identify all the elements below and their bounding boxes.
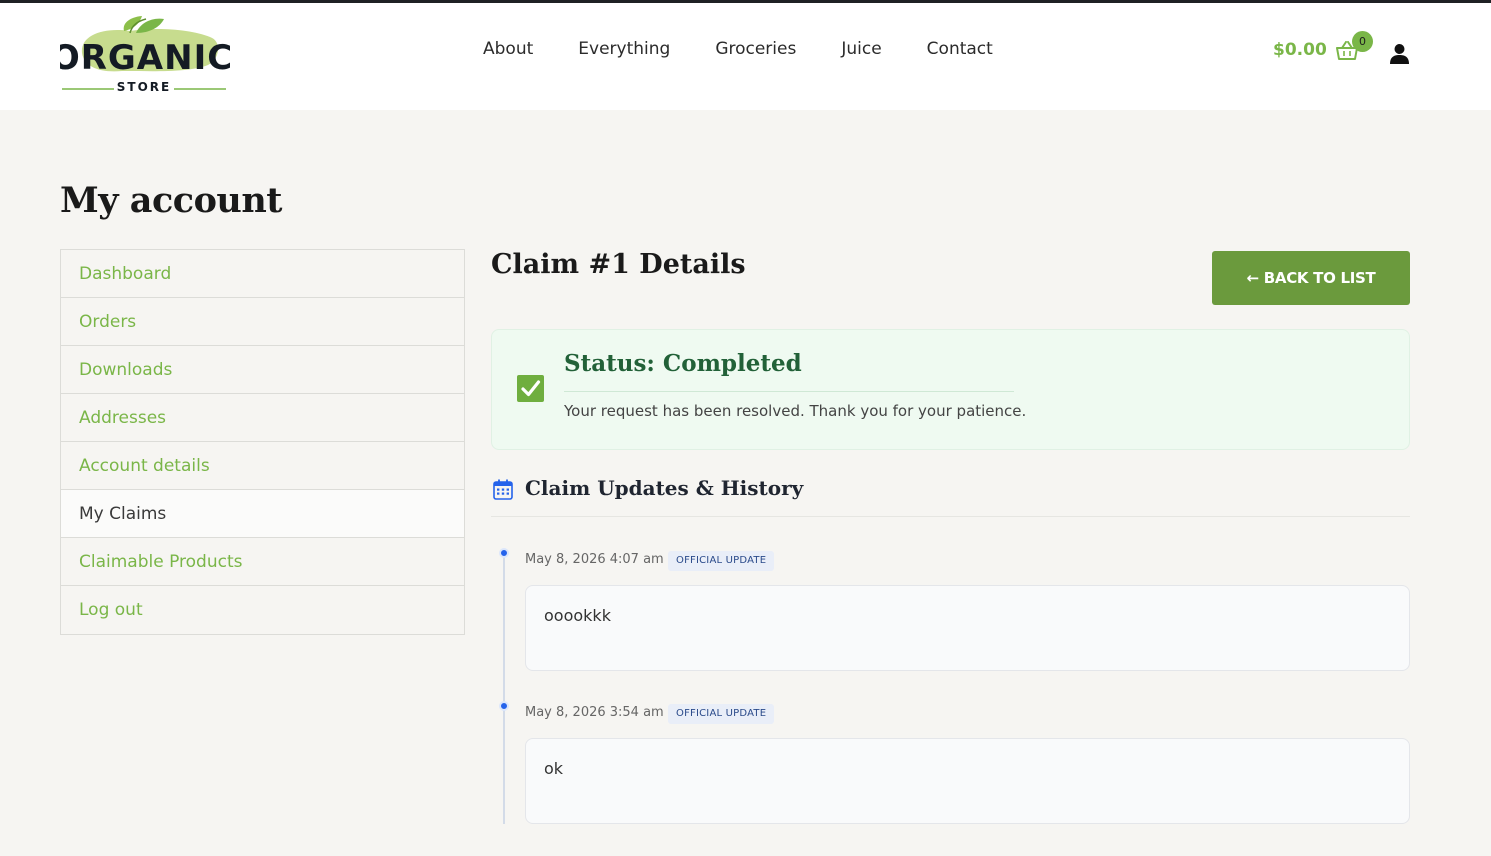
account-nav-label: Addresses — [79, 407, 167, 428]
update-date: May 8, 2026 3:54 am — [525, 705, 664, 720]
back-to-list-button[interactable]: ← BACK TO LIST — [1212, 251, 1410, 305]
calendar-icon — [493, 479, 513, 500]
account-nav-label: Orders — [79, 311, 137, 332]
account-nav-log-out[interactable]: Log out — [61, 586, 464, 634]
account-nav-label: Downloads — [79, 359, 173, 380]
nav-contact[interactable]: Contact — [927, 39, 993, 59]
svg-text:STORE: STORE — [117, 80, 171, 91]
account-navigation: Dashboard Orders Downloads Addresses Acc… — [60, 249, 465, 635]
timeline-dot — [499, 548, 509, 558]
update-date: May 8, 2026 4:07 am — [525, 552, 664, 567]
status-divider — [564, 391, 1014, 392]
update-card: ooookkk — [525, 585, 1410, 671]
user-icon[interactable] — [1389, 43, 1410, 65]
main-nav: About Everything Groceries Juice Contact — [483, 39, 993, 59]
history-title: Claim Updates & History — [525, 476, 804, 500]
svg-text:ORGANIC: ORGANIC — [60, 38, 230, 78]
account-nav-label: Dashboard — [79, 263, 172, 284]
timeline-dot — [499, 701, 509, 711]
update-message: ok — [544, 759, 564, 778]
account-nav-downloads[interactable]: Downloads — [61, 346, 464, 394]
site-header: ORGANIC STORE About Everything Groceries… — [0, 3, 1491, 110]
account-nav-dashboard[interactable]: Dashboard — [61, 250, 464, 298]
account-nav-addresses[interactable]: Addresses — [61, 394, 464, 442]
nav-about[interactable]: About — [483, 39, 533, 59]
account-nav-orders[interactable]: Orders — [61, 298, 464, 346]
organic-store-logo[interactable]: ORGANIC STORE — [60, 11, 230, 91]
page-title: My account — [60, 180, 282, 221]
status-message: Your request has been resolved. Thank yo… — [564, 402, 1027, 420]
update-card: ok — [525, 738, 1410, 824]
official-update-badge: OFFICIAL UPDATE — [668, 551, 775, 571]
cart-total[interactable]: $0.00 — [1273, 40, 1327, 60]
timeline-line — [503, 552, 505, 824]
account-nav-my-claims[interactable]: My Claims — [61, 490, 464, 538]
cart-count-badge: 0 — [1352, 31, 1373, 52]
status-title: Status: Completed — [564, 350, 802, 377]
status-panel: Status: Completed Your request has been … — [491, 329, 1410, 450]
claim-title: Claim #1 Details — [491, 249, 746, 280]
history-divider — [491, 516, 1410, 517]
nav-juice[interactable]: Juice — [841, 39, 881, 59]
account-nav-claimable-products[interactable]: Claimable Products — [61, 538, 464, 586]
account-nav-label: Log out — [79, 600, 143, 620]
account-nav-account-details[interactable]: Account details — [61, 442, 464, 490]
account-nav-label: Account details — [79, 455, 210, 476]
checkbox-checked-icon — [517, 375, 544, 402]
update-message: ooookkk — [544, 606, 611, 625]
nav-groceries[interactable]: Groceries — [715, 39, 796, 59]
account-nav-label: My Claims — [79, 503, 167, 524]
official-update-badge: OFFICIAL UPDATE — [668, 704, 775, 724]
account-nav-label: Claimable Products — [79, 551, 243, 572]
nav-everything[interactable]: Everything — [578, 39, 670, 59]
